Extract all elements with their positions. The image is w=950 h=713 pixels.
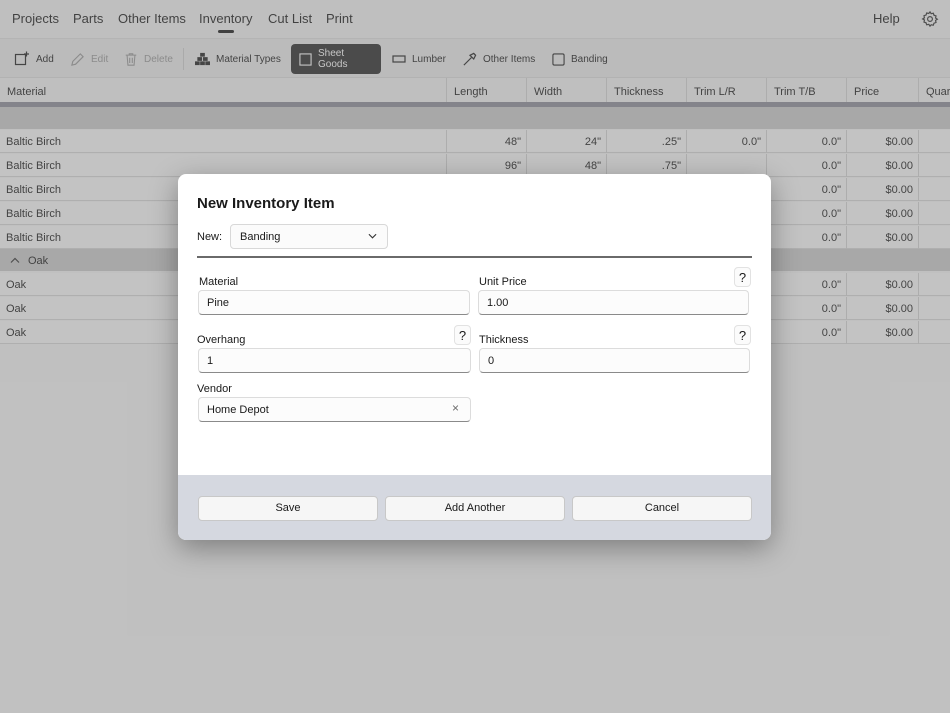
add-another-button[interactable]: Add Another <box>385 496 565 521</box>
unit-price-input[interactable] <box>478 290 749 315</box>
vendor-input[interactable] <box>198 397 471 422</box>
new-type-value: Banding <box>240 231 281 243</box>
overhang-help-button[interactable]: ? <box>454 325 471 345</box>
dialog-footer: Save Add Another Cancel <box>178 475 771 540</box>
dialog-divider <box>197 256 752 258</box>
dialog-title: New Inventory Item <box>197 195 335 212</box>
chevron-down-icon <box>368 233 377 239</box>
save-button[interactable]: Save <box>198 496 378 521</box>
unit-price-label: Unit Price <box>479 276 527 288</box>
clear-vendor-icon[interactable]: × <box>452 401 459 415</box>
unit-price-help-button[interactable]: ? <box>734 267 751 287</box>
vendor-label: Vendor <box>197 383 232 395</box>
overhang-label: Overhang <box>197 334 246 346</box>
new-type-label: New: <box>197 231 223 243</box>
material-label: Material <box>199 276 239 288</box>
new-inventory-item-dialog: New Inventory Item New: Banding Material… <box>178 174 771 540</box>
new-type-select[interactable]: Banding <box>230 224 388 249</box>
overhang-input[interactable] <box>198 348 471 373</box>
material-input[interactable] <box>198 290 470 315</box>
thickness-label: Thickness <box>479 334 529 346</box>
cancel-button[interactable]: Cancel <box>572 496 752 521</box>
thickness-help-button[interactable]: ? <box>734 325 751 345</box>
thickness-input[interactable] <box>479 348 750 373</box>
